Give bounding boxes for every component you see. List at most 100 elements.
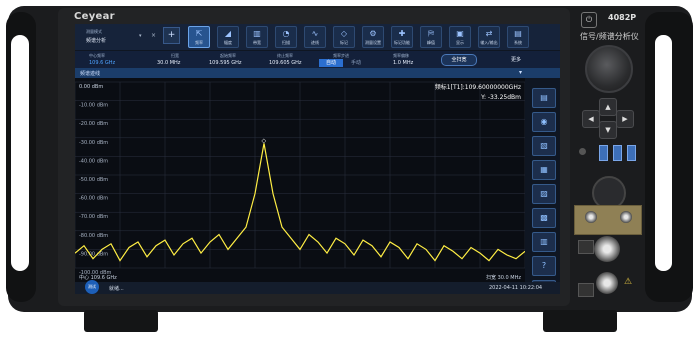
- arrow-up-key[interactable]: ▲: [599, 98, 617, 116]
- start-freq-label: 起始频率: [220, 53, 236, 58]
- toolbar-button-label: 幅度: [224, 40, 232, 45]
- close-icon[interactable]: ×: [151, 32, 156, 39]
- brand-logo: Ceyear: [74, 11, 115, 22]
- freq-offset-value[interactable]: 1.0 MHz: [393, 60, 413, 66]
- ref-level-label: 0.00 dBm: [79, 84, 103, 90]
- toolbar-button-2[interactable]: ▥ 带宽: [246, 26, 268, 48]
- display-icon: ▣: [456, 29, 464, 38]
- sweep-icon: ◔: [282, 29, 290, 38]
- toolbar-button-3[interactable]: ◔ 扫描: [275, 26, 297, 48]
- auto-button[interactable]: 自动: [319, 59, 343, 67]
- headphone-jack: [579, 148, 586, 155]
- right-sidebar: ▤◉▧▦▨▩▥?⤢: [529, 68, 559, 294]
- arrow-down-key[interactable]: ▼: [599, 121, 617, 139]
- rf-output-connector: [596, 272, 618, 294]
- rf-input-connector: [594, 236, 620, 262]
- center-freq-value[interactable]: 109.6 GHz: [89, 60, 115, 66]
- toolbar-button-11[interactable]: ▤ 系统: [507, 26, 529, 48]
- right-handle-opening: [655, 35, 672, 271]
- display-screen: 测量模式 频谱分析 ▾ × + ⇱ 频率 ◢ 幅度 ▥ 带宽 ◔ 扫描 ∿ 迹线 ◇ 标记 ⚙ 测量设置 ✚…: [75, 24, 560, 294]
- parameter-bar: 中心频率 109.6 GHz 扫宽 30.0 MHz 起始频率 109.595 …: [75, 51, 560, 68]
- toolbar-button-label: 显示: [456, 40, 464, 45]
- start-freq-value[interactable]: 109.595 GHz: [209, 60, 242, 66]
- toolbar-button-10[interactable]: ⇄ 输入/输出: [478, 26, 500, 48]
- settings-icon[interactable]: ◉: [532, 112, 556, 132]
- marker-list-icon[interactable]: ▥: [532, 232, 556, 252]
- more-button[interactable]: 更多: [511, 56, 521, 63]
- toolbar-button-label: 带宽: [253, 40, 261, 45]
- span-readout: 扫宽 30.0 MHz: [486, 274, 521, 281]
- chevron-down-icon[interactable]: ▾: [519, 69, 522, 76]
- port-label: [578, 240, 594, 254]
- y-tick-label: -70.00 dBm: [79, 214, 108, 220]
- marker-diamond: ◇: [262, 137, 267, 144]
- device-name: 信号/频谱分析仪: [580, 32, 639, 41]
- arrow-right-key[interactable]: ▶: [616, 110, 634, 128]
- save-icon[interactable]: ▤: [532, 88, 556, 108]
- freq-offset-label: 频率偏移: [393, 53, 409, 58]
- toolbar: 测量模式 频谱分析 ▾ × + ⇱ 频率 ◢ 幅度 ▥ 带宽 ◔ 扫描 ∿ 迹线 ◇ 标记 ⚙ 测量设置 ✚…: [75, 24, 560, 50]
- help-icon[interactable]: ?: [532, 256, 556, 276]
- manual-button[interactable]: 手动: [347, 59, 365, 67]
- toolbar-button-5[interactable]: ◇ 标记: [333, 26, 355, 48]
- print-icon[interactable]: ▩: [532, 208, 556, 228]
- spectrum-chart: -10.00 dBm -20.00 dBm -30.00 dBm -40.00 dBm…: [75, 81, 526, 281]
- bandwidth-icon: ▥: [253, 29, 261, 38]
- y-tick-label: -40.00 dBm: [79, 158, 108, 164]
- trace-bar: 频谱迹线 ▾: [75, 68, 560, 78]
- span-value[interactable]: 30.0 MHz: [157, 60, 180, 66]
- window-icon[interactable]: ▨: [532, 184, 556, 204]
- toolbar-button-label: 测量设置: [365, 40, 381, 45]
- y-tick-label: -30.00 dBm: [79, 140, 108, 146]
- usb-port: [627, 145, 636, 161]
- arrow-left-key[interactable]: ◀: [582, 110, 600, 128]
- toolbar-button-1[interactable]: ◢ 幅度: [217, 26, 239, 48]
- peak-icon: ⛿: [428, 29, 434, 38]
- usb-port: [599, 145, 608, 161]
- toolbar-button-4[interactable]: ∿ 迹线: [304, 26, 326, 48]
- right-foot: [543, 310, 617, 332]
- warning-icon: ⚠: [624, 277, 633, 287]
- mode-label: 测量模式: [86, 29, 102, 34]
- trace-math-icon[interactable]: ▧: [532, 136, 556, 156]
- warning-panel: [574, 205, 642, 235]
- power-button[interactable]: ⏻: [581, 12, 597, 28]
- toolbar-button-label: 频率: [195, 40, 203, 45]
- spectrum-graph[interactable]: -10.00 dBm -20.00 dBm -30.00 dBm -40.00 dBm…: [75, 78, 526, 282]
- status-message: 就绪...: [109, 286, 124, 292]
- toolbar-button-9[interactable]: ▣ 显示: [449, 26, 471, 48]
- status-bar: 测试 就绪... 2022-04-11 10:22:04: [75, 280, 560, 294]
- model-number: 4082P: [608, 13, 637, 22]
- amplitude-icon: ◢: [224, 29, 232, 38]
- port-label: [578, 283, 594, 297]
- stop-freq-value[interactable]: 109.605 GHz: [269, 60, 302, 66]
- mode-value[interactable]: 频谱分析: [86, 37, 106, 44]
- toolbar-button-label: 迹线: [311, 40, 319, 45]
- marker-func-icon: ✚: [398, 29, 406, 38]
- frequency-icon: ⇱: [195, 29, 203, 38]
- rotary-knob[interactable]: [585, 45, 633, 93]
- marker-icon: ◇: [340, 29, 348, 38]
- toolbar-button-0[interactable]: ⇱ 频率: [188, 26, 210, 48]
- start-freq-readout: 中心 109.6 GHz: [79, 274, 117, 281]
- toolbar-button-label: 标记: [340, 40, 348, 45]
- io-icon: ⇄: [485, 29, 493, 38]
- datetime: 2022-04-11 10:22:04: [489, 285, 543, 291]
- file-icon[interactable]: ▦: [532, 160, 556, 180]
- toolbar-button-label: 扫描: [282, 40, 290, 45]
- toolbar-button-7[interactable]: ✚ 标记功能: [391, 26, 413, 48]
- add-button[interactable]: +: [163, 27, 180, 44]
- chevron-down-icon[interactable]: ▾: [139, 33, 142, 39]
- home-button[interactable]: 测试: [85, 280, 99, 294]
- stop-freq-label: 终止频率: [277, 53, 293, 58]
- system-icon: ▤: [514, 29, 522, 38]
- y-tick-label: -20.00 dBm: [79, 121, 108, 127]
- toolbar-button-6[interactable]: ⚙ 测量设置: [362, 26, 384, 48]
- toolbar-button-label: 标记功能: [394, 40, 410, 45]
- toolbar-button-label: 峰值: [427, 40, 435, 45]
- toolbar-button-8[interactable]: ⛿ 峰值: [420, 26, 442, 48]
- meas-setup-icon: ⚙: [369, 29, 377, 38]
- full-span-button[interactable]: 全扫宽: [441, 54, 477, 66]
- left-foot: [84, 310, 158, 332]
- y-tick-label: -80.00 dBm: [79, 233, 108, 239]
